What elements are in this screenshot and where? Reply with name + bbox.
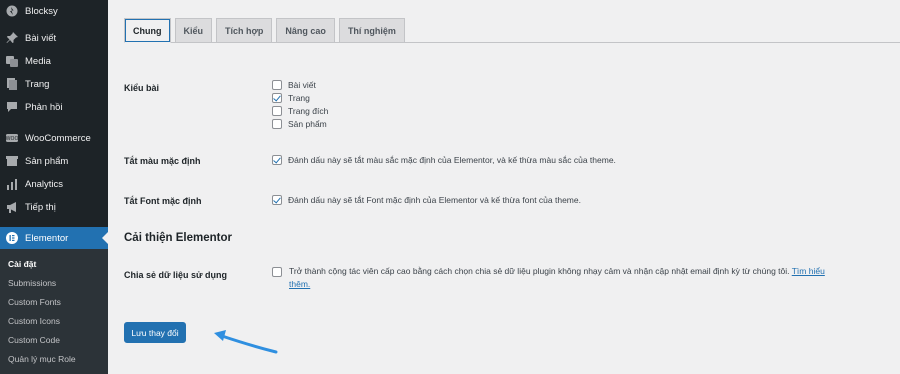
submenu-item-submissions[interactable]: Submissions: [8, 278, 56, 288]
analytics-icon: [5, 177, 19, 191]
sidebar-item-label: WooCommerce: [25, 132, 91, 144]
description-text: Trở thành cộng tác viên cấp cao bằng các…: [289, 266, 790, 276]
option-label: Sản phẩm: [288, 119, 327, 129]
option-label: Bài viết: [288, 80, 316, 90]
media-icon: [5, 54, 19, 68]
sidebar-item-elementor[interactable]: Elementor: [0, 227, 108, 249]
save-button[interactable]: Lưu thay đổi: [124, 322, 186, 343]
tab-advanced[interactable]: Nâng cao: [276, 18, 335, 43]
submenu-item-custom-icons[interactable]: Custom Icons: [8, 316, 60, 326]
annotation-arrow-icon: [214, 330, 278, 354]
elementor-submenu: Cài đặt Submissions Custom Fonts Custom …: [0, 249, 108, 374]
learn-more-link[interactable]: Tìm hiểu: [792, 266, 825, 276]
sidebar-item-woocommerce[interactable]: WOO WooCommerce: [0, 127, 108, 149]
usage-data-description: Trở thành cộng tác viên cấp cao bằng các…: [289, 265, 889, 291]
sidebar-item-label: Phản hồi: [25, 101, 63, 113]
sidebar-item-products[interactable]: Sản phẩm: [0, 150, 108, 172]
product-icon: [5, 154, 19, 168]
sidebar-item-comments[interactable]: Phản hồi: [0, 96, 108, 118]
elementor-icon: [5, 231, 19, 245]
sidebar-item-blocksy[interactable]: Blocksy: [0, 0, 108, 22]
checkbox[interactable]: [272, 93, 282, 103]
sidebar-item-label: Analytics: [25, 178, 64, 190]
comment-icon: [5, 100, 19, 114]
tab-general[interactable]: Chung: [124, 18, 171, 43]
option-label: Trang đích: [288, 106, 329, 116]
section-title: Cải thiện Elementor: [124, 232, 232, 244]
post-types-label: Kiểu bài: [124, 83, 160, 93]
disable-fonts-option[interactable]: Đánh dấu này sẽ tắt Font mặc định của El…: [272, 195, 581, 205]
post-type-option[interactable]: Trang: [272, 93, 310, 103]
page-icon: [5, 77, 19, 91]
sidebar-item-label: Elementor: [25, 232, 69, 244]
megaphone-icon: [5, 200, 19, 214]
checkbox[interactable]: [272, 106, 282, 116]
checkbox[interactable]: [272, 119, 282, 129]
active-indicator: [102, 232, 108, 244]
submenu-item-custom-fonts[interactable]: Custom Fonts: [8, 297, 61, 307]
settings-tabs: Chung Kiểu Tích hợp Nâng cao Thí nghiệm: [124, 18, 409, 43]
disable-colors-option[interactable]: Đánh dấu này sẽ tắt màu sắc mặc định của…: [272, 155, 616, 165]
sidebar-item-label: Media: [25, 55, 51, 67]
submenu-item-role-manager[interactable]: Quản lý mục Role: [8, 354, 76, 364]
post-type-option[interactable]: Bài viết: [272, 80, 316, 90]
sidebar-item-posts[interactable]: Bài viết: [0, 27, 108, 49]
disable-colors-label: Tắt màu mặc định: [124, 156, 201, 166]
sidebar-item-label: Bài viết: [25, 32, 57, 44]
sidebar-item-label: Sản phẩm: [25, 155, 69, 167]
option-description: Đánh dấu này sẽ tắt Font mặc định của El…: [288, 195, 581, 205]
submenu-item-custom-code[interactable]: Custom Code: [8, 335, 60, 345]
admin-sidebar: Blocksy Bài viết Media Trang Phản hồi WO…: [0, 0, 108, 374]
checkbox[interactable]: [272, 80, 282, 90]
tab-experiments[interactable]: Thí nghiệm: [338, 18, 405, 43]
post-type-option[interactable]: Sản phẩm: [272, 119, 327, 129]
usage-data-label: Chia sẻ dữ liệu sử dụng: [124, 270, 228, 280]
usage-data-checkbox[interactable]: [272, 267, 282, 277]
sidebar-item-analytics[interactable]: Analytics: [0, 173, 108, 195]
post-type-option[interactable]: Trang đích: [272, 106, 328, 116]
checkbox[interactable]: [272, 155, 282, 165]
sidebar-item-marketing[interactable]: Tiếp thị: [0, 196, 108, 218]
sidebar-item-label: Tiếp thị: [25, 201, 56, 213]
sidebar-item-label: Trang: [25, 78, 50, 90]
learn-more-link-cont[interactable]: thêm.: [289, 279, 310, 289]
woocommerce-icon: WOO: [5, 131, 19, 145]
pin-icon: [5, 31, 19, 45]
option-description: Đánh dấu này sẽ tắt màu sắc mặc định của…: [288, 155, 616, 165]
svg-text:WOO: WOO: [6, 136, 18, 142]
checkbox[interactable]: [272, 195, 282, 205]
option-label: Trang: [288, 93, 310, 103]
disable-fonts-label: Tắt Font mặc định: [124, 196, 202, 206]
sidebar-item-pages[interactable]: Trang: [0, 73, 108, 95]
blocksy-icon: [5, 4, 19, 18]
sidebar-item-label: Blocksy: [25, 5, 58, 17]
submenu-item-settings[interactable]: Cài đặt: [8, 259, 36, 269]
tab-integrations[interactable]: Tích hợp: [216, 18, 273, 43]
sidebar-item-media[interactable]: Media: [0, 50, 108, 72]
tab-style[interactable]: Kiểu: [174, 18, 213, 43]
